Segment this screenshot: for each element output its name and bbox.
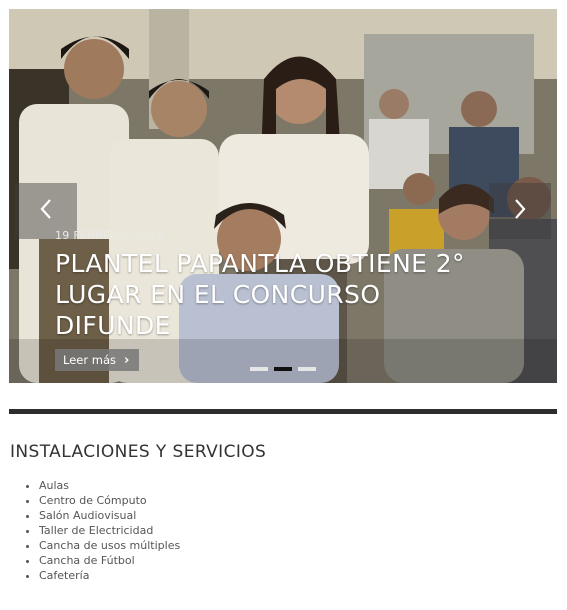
list-item: Aulas: [39, 478, 180, 493]
list-item: Cancha de usos múltiples: [39, 538, 180, 553]
slide-title[interactable]: PLANTEL PAPANTLA OBTIENE 2° LUGAR EN EL …: [55, 248, 495, 341]
section-divider: [9, 409, 557, 414]
slide-dot-2[interactable]: [274, 367, 292, 371]
chevron-left-icon: [38, 197, 54, 225]
slide-dot-1[interactable]: [250, 367, 268, 371]
section-title: INSTALACIONES Y SERVICIOS: [10, 442, 267, 462]
slider-pagination: [250, 367, 316, 371]
chevron-right-icon: ›: [123, 352, 130, 368]
slide-dot-3[interactable]: [298, 367, 316, 371]
list-item: Taller de Electricidad: [39, 523, 180, 538]
news-slider[interactable]: 19 FEBRERO, 2018 PLANTEL PAPANTLA OBTIEN…: [9, 9, 557, 383]
slide-date: 19 FEBRERO, 2018: [55, 229, 164, 242]
list-item: Cafetería: [39, 568, 180, 583]
services-list: Aulas Centro de Cómputo Salón Audiovisua…: [24, 478, 180, 583]
read-more-label: Leer más: [63, 353, 116, 367]
slide-caption: 19 FEBRERO, 2018 PLANTEL PAPANTLA OBTIEN…: [55, 229, 495, 341]
list-item: Centro de Cómputo: [39, 493, 180, 508]
list-item: Cancha de Fútbol: [39, 553, 180, 568]
read-more-button[interactable]: Leer más ›: [55, 349, 140, 371]
chevron-right-icon: [512, 197, 528, 225]
list-item: Salón Audiovisual: [39, 508, 180, 523]
slider-next-button[interactable]: [489, 183, 551, 239]
